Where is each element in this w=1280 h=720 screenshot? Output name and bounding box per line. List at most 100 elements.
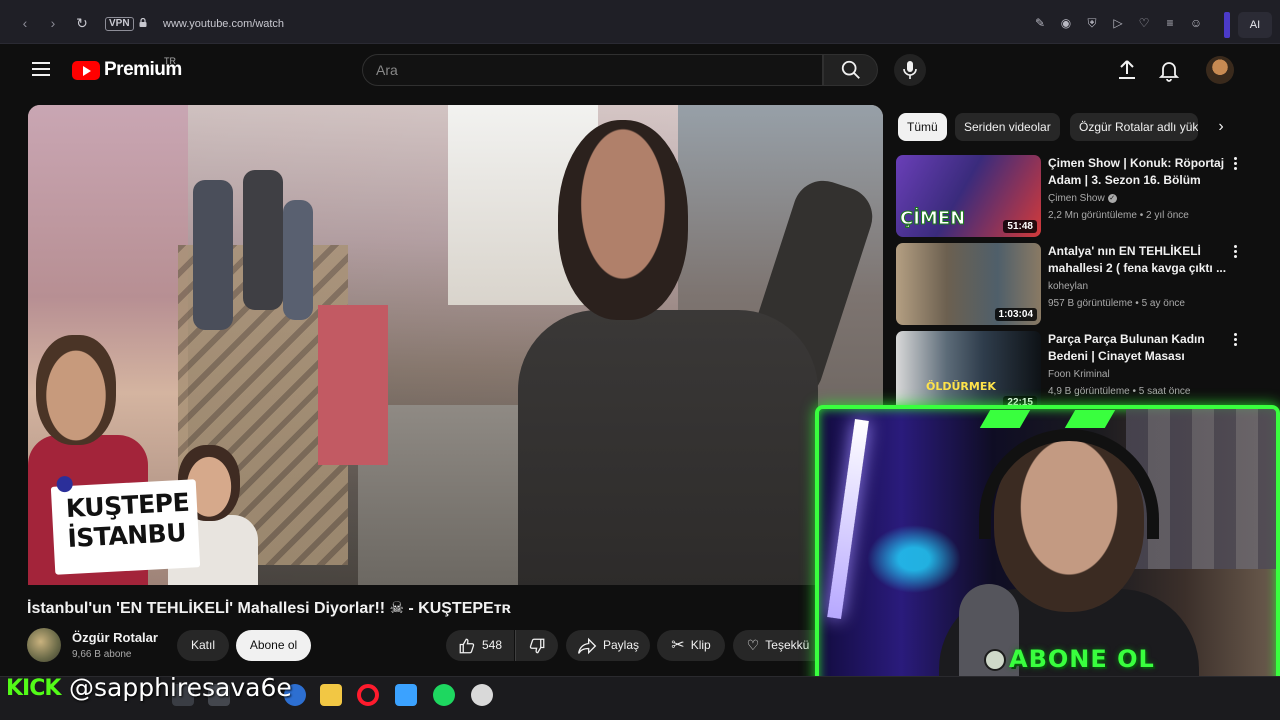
subscriber-count: 9,66 B abone (72, 649, 132, 660)
app-icon[interactable] (395, 684, 417, 706)
skull-icon (984, 649, 1006, 671)
webcam-overlay: ABONE OL (815, 405, 1280, 705)
vpn-badge[interactable]: VPN (105, 17, 134, 31)
thanks-heart-icon: ♡ (746, 637, 760, 654)
chip-all[interactable]: Tümü (898, 113, 947, 141)
youtube-header: Premium TR (10, 44, 1270, 96)
lock-icon (139, 18, 147, 27)
forward-icon[interactable]: › (44, 14, 62, 32)
share-button[interactable]: Paylaş (566, 630, 650, 661)
view-count: 957 B görüntüleme (1048, 298, 1133, 309)
chevron-right-icon[interactable]: › (1206, 113, 1236, 141)
account-avatar[interactable] (1206, 56, 1234, 84)
recommendation-thumbnail[interactable]: ÖLDÜRMEK 22:15 (896, 331, 1041, 413)
camera-icon[interactable]: ◉ (1058, 15, 1074, 31)
recommendation-meta: 2,2 Mn görüntüleme • 2 yıl önce (1048, 210, 1189, 221)
subscribe-overlay-text: ABONE OL (1009, 645, 1155, 673)
recommendation-meta: 957 B görüntüleme • 5 ay önce (1048, 298, 1185, 309)
kick-handle: @sapphiresava6e (69, 673, 292, 702)
search-icon (841, 60, 860, 79)
video-title: İstanbul'un 'EN TEHLİKELİ' Mahallesi Diy… (27, 600, 511, 617)
recommendation-thumbnail[interactable]: 1:03:04 (896, 243, 1041, 325)
youtube-logo-icon[interactable] (72, 61, 100, 80)
clip-label: Klip (690, 638, 711, 652)
pin-icon (56, 475, 74, 493)
sidebar-toggle[interactable] (1224, 12, 1230, 38)
more-options-icon[interactable] (1230, 157, 1240, 173)
recommendation-channel[interactable]: koheylan (1048, 281, 1088, 292)
microphone-icon (903, 61, 917, 79)
join-button[interactable]: Katıl (177, 630, 229, 661)
profile-icon[interactable]: ☺ (1188, 15, 1204, 31)
extension-bar: ✎ ◉ ⛨ ▷ ♡ ≡ ☺ (1032, 15, 1204, 31)
search-button[interactable] (823, 54, 878, 86)
thumbs-down-icon (529, 638, 545, 654)
like-count: 548 (481, 638, 503, 652)
ai-button[interactable]: AI (1238, 12, 1272, 38)
video-frame-background-people (193, 170, 323, 350)
recommendation-channel[interactable]: Foon Kriminal (1048, 369, 1110, 380)
video-player[interactable]: KUŞTEPE İSTANBU (28, 105, 883, 585)
menu-lines-icon[interactable]: ≡ (1162, 15, 1178, 31)
dislike-button[interactable] (515, 630, 558, 661)
upload-age: 5 saat önce (1138, 386, 1191, 397)
hamburger-menu-icon[interactable] (32, 62, 50, 76)
app-icon[interactable] (471, 684, 493, 706)
shield-icon[interactable]: ⛨ (1084, 15, 1100, 31)
clip-button[interactable]: ✂ Klip (657, 630, 725, 661)
recommendation-item[interactable]: 1:03:04 Antalya' nın EN TEHLİKELİ mahall… (896, 243, 1254, 327)
chip-channel-uploads[interactable]: Özgür Rotalar adlı yük (1070, 113, 1198, 141)
scissors-icon: ✂ (671, 637, 685, 655)
folder-icon[interactable] (320, 684, 342, 706)
play-icon[interactable]: ▷ (1110, 15, 1126, 31)
reload-icon[interactable]: ↻ (73, 14, 91, 32)
recommendation-meta: 4,9 B görüntüleme • 5 saat önce (1048, 386, 1191, 397)
share-label: Paylaş (602, 638, 640, 652)
thumbs-up-icon (459, 638, 475, 654)
sticker-line: İSTANBU (66, 517, 187, 554)
search-input[interactable] (363, 55, 822, 85)
webcam-frame-decoration (975, 410, 1125, 432)
search-box (362, 54, 823, 86)
channel-name[interactable]: Özgür Rotalar (72, 630, 158, 645)
recommendation-channel[interactable]: Çimen Show ✓ (1048, 193, 1117, 204)
chip-series[interactable]: Seriden videolar (955, 113, 1060, 141)
share-arrow-icon (577, 637, 597, 655)
recommendation-item[interactable]: ÖLDÜRMEK 22:15 Parça Parça Bulunan Kadın… (896, 331, 1254, 415)
address-bar[interactable]: www.youtube.com/watch (163, 18, 284, 30)
video-duration: 51:48 (1003, 220, 1037, 233)
verified-check-icon: ✓ (1107, 193, 1117, 203)
channel-avatar[interactable] (27, 628, 61, 662)
recommendation-title[interactable]: Antalya' nın EN TEHLİKELİ mahallesi 2 ( … (1048, 243, 1233, 277)
video-duration: 1:03:04 (994, 308, 1037, 321)
upload-icon[interactable] (1115, 58, 1139, 82)
heart-icon[interactable]: ♡ (1136, 15, 1152, 31)
recommendation-thumbnail[interactable]: ÇİMEN 51:48 (896, 155, 1041, 237)
like-button[interactable]: 548 (446, 630, 514, 661)
subscribe-button[interactable]: Abone ol (236, 630, 311, 661)
more-options-icon[interactable] (1230, 245, 1240, 261)
video-frame-door (318, 305, 388, 465)
channel-label: Çimen Show (1048, 193, 1105, 204)
kick-logo-text: KICK (6, 676, 61, 701)
view-count: 2,2 Mn görüntüleme (1048, 210, 1137, 221)
recommendation-item[interactable]: ÇİMEN 51:48 Çimen Show | Konuk: Röportaj… (896, 155, 1254, 239)
voice-search-button[interactable] (894, 54, 926, 86)
location-sticker: KUŞTEPE İSTANBU (50, 475, 201, 575)
recommendation-title[interactable]: Parça Parça Bulunan Kadın Bedeni | Cinay… (1048, 331, 1233, 365)
upload-age: 2 yıl önce (1146, 210, 1189, 221)
back-icon[interactable]: ‹ (16, 14, 34, 32)
notifications-bell-icon[interactable] (1157, 58, 1181, 82)
opera-icon[interactable] (357, 684, 379, 706)
recommendation-title[interactable]: Çimen Show | Konuk: Röportaj Adam | 3. S… (1048, 155, 1233, 189)
thumbnail-logo-art: ÇİMEN (899, 208, 966, 230)
view-count: 4,9 B görüntüleme (1048, 386, 1130, 397)
browser-toolbar: ‹ › ↻ VPN www.youtube.com/watch ✎ ◉ ⛨ ▷ … (0, 0, 1280, 44)
logo-country-code: TR (164, 56, 176, 66)
edit-icon[interactable]: ✎ (1032, 15, 1048, 31)
more-options-icon[interactable] (1230, 333, 1240, 349)
thumbnail-caption-art: ÖLDÜRMEK (926, 380, 996, 393)
thanks-label: Teşekkü (765, 638, 810, 652)
thanks-button[interactable]: ♡ Teşekkü (733, 630, 823, 661)
spotify-icon[interactable] (433, 684, 455, 706)
